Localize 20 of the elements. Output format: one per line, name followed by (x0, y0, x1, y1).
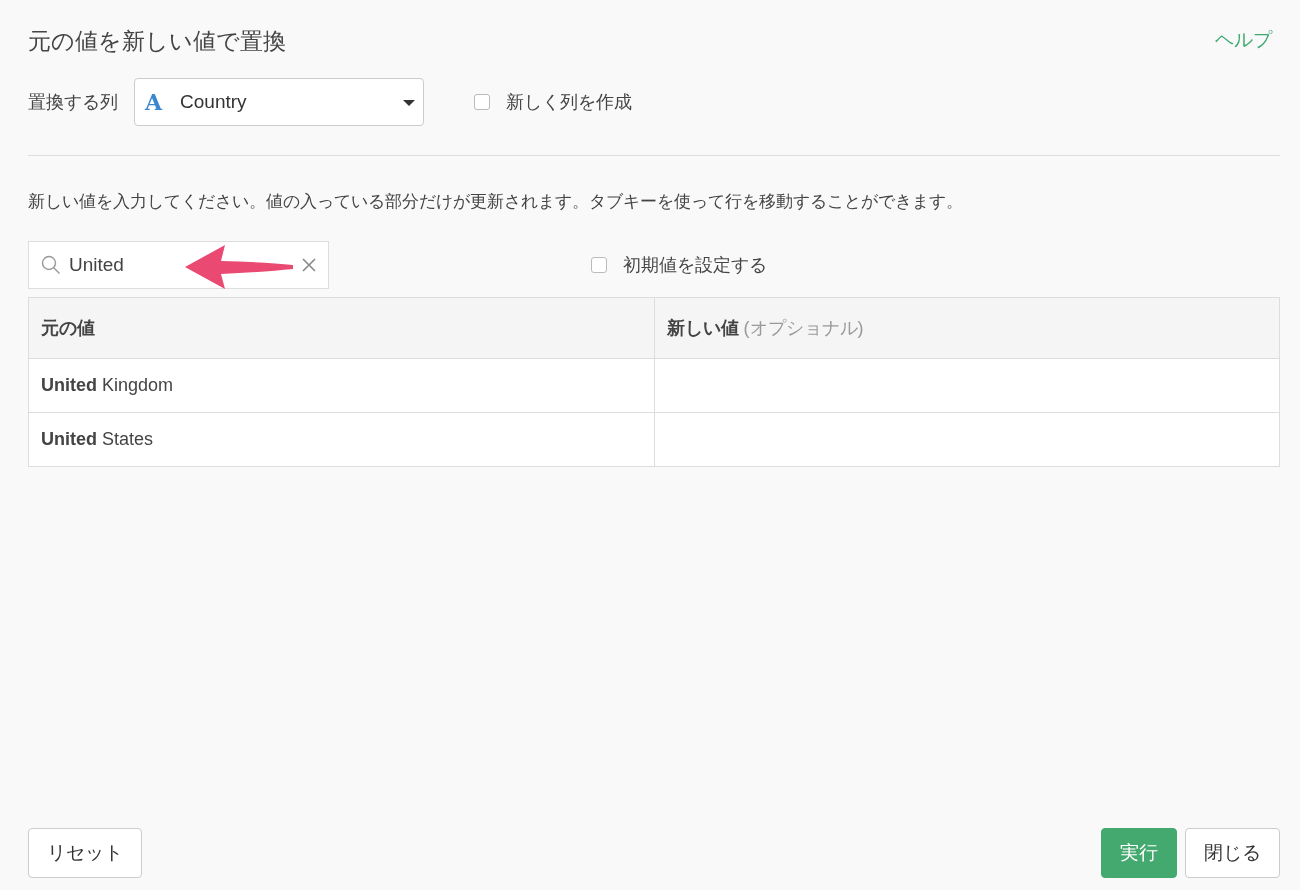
checkbox-label: 初期値を設定する (623, 254, 767, 277)
checkbox[interactable] (474, 94, 490, 110)
dialog-title: 元の値を新しい値で置換 (28, 27, 286, 56)
header-label: 新しい値 (666, 318, 739, 338)
action-button[interactable]: 閉じる (1185, 828, 1280, 878)
table-cell: United States (28, 412, 654, 467)
column-dropdown[interactable]: A Country (134, 78, 424, 126)
instructions-text: 新しい値を入力してください。値の入っている部分だけが更新されます。タブキーを使って行を移動することができます。 (28, 191, 964, 213)
checkbox[interactable] (591, 257, 607, 273)
table-cell: United Kingdom (28, 358, 654, 413)
search-icon (41, 255, 61, 275)
clear-icon[interactable] (302, 258, 316, 272)
text-type-icon: A (145, 89, 163, 115)
checkbox-label: 新しく列を作成 (506, 91, 632, 114)
field-label: 置換する列 (28, 91, 118, 114)
caret-icon (403, 100, 415, 106)
header-label: 元の値 (41, 318, 95, 338)
action-button[interactable]: リセット (28, 828, 142, 878)
search-field[interactable]: United (28, 241, 329, 289)
header-note: (オプショナル) (743, 318, 864, 338)
